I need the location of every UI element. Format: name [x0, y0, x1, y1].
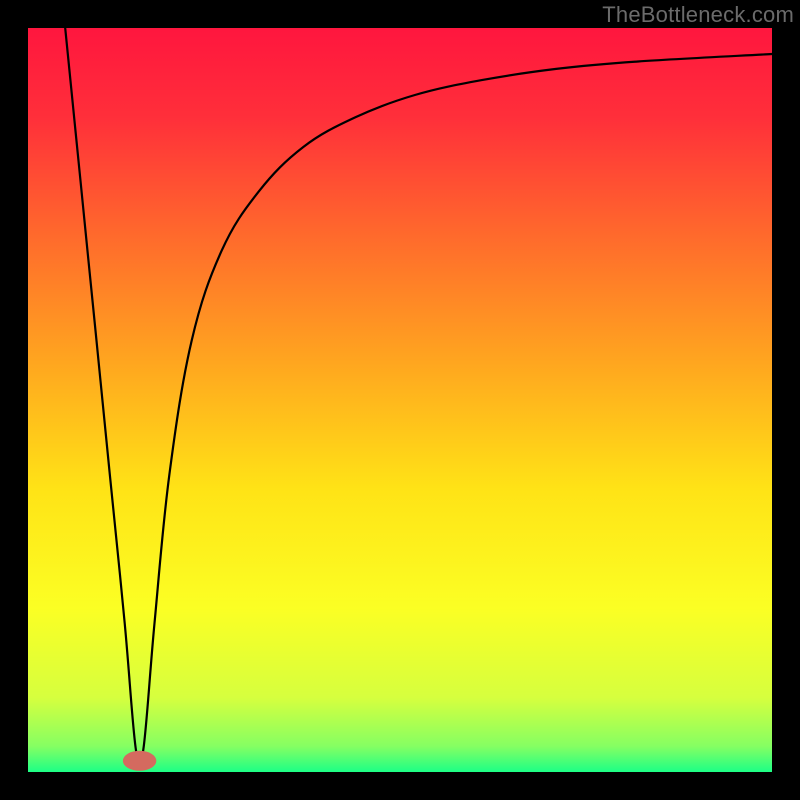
curve-layer	[28, 28, 772, 772]
min-marker	[123, 751, 156, 771]
bottleneck-curve	[65, 28, 772, 767]
chart-frame: TheBottleneck.com	[0, 0, 800, 800]
watermark-text: TheBottleneck.com	[602, 2, 794, 28]
